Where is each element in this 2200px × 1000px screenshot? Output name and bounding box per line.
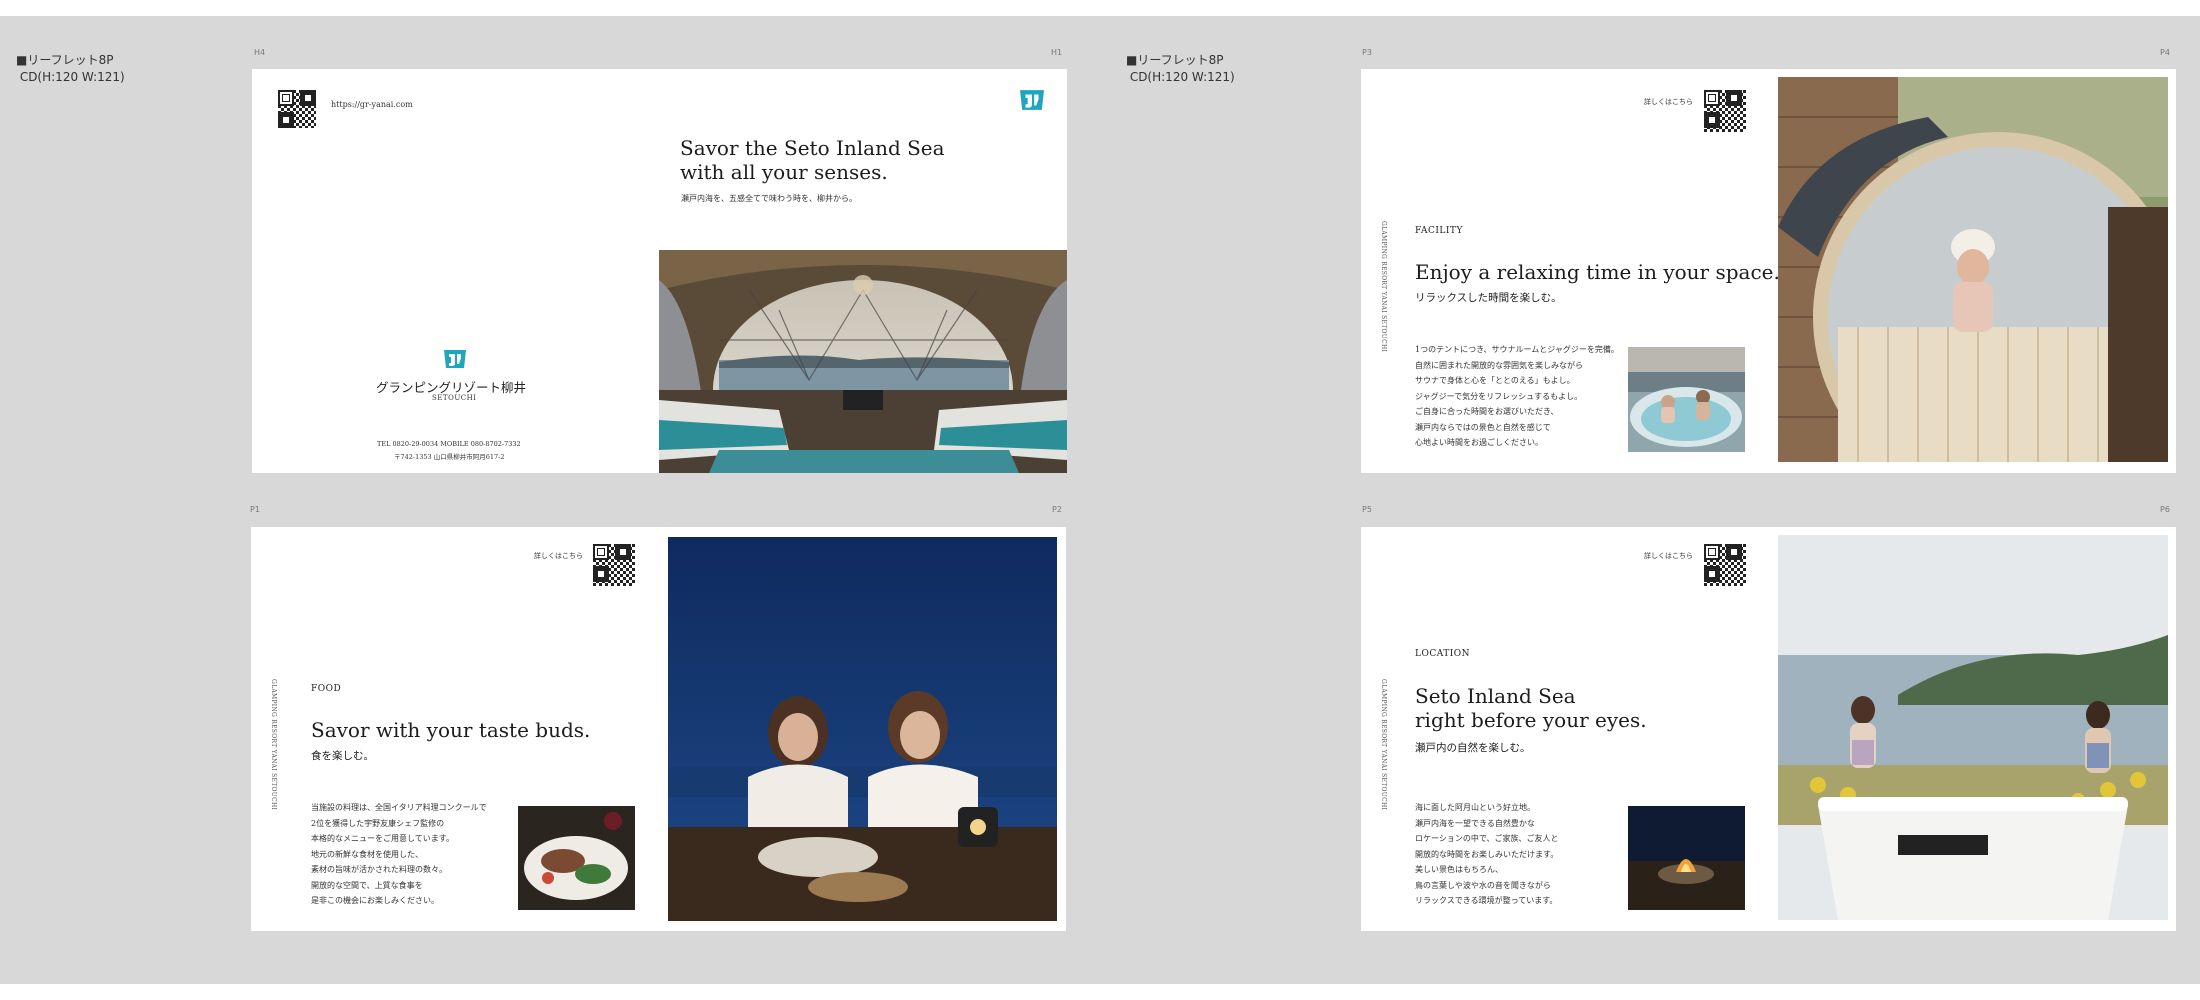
section-label: FOOD [311, 684, 342, 694]
vertical-brand-text: GLAMPING RESORT YANAI SETOUCHI [1380, 221, 1387, 353]
artboard-background: ■リーフレット8P CD(H:120 W:121) ■リーフレット8P CD(H… [0, 16, 2200, 984]
body-line: サウナで身体と心を「ととのえる」もよし。 [1415, 376, 1575, 385]
contact-address: 〒742-1353 山口県柳井市阿月617-2 [394, 453, 505, 461]
section-heading: Enjoy a relaxing time in your space. [1415, 260, 1780, 284]
cover-photo-dome-tent [659, 250, 1067, 473]
section-heading-jp: 瀬戸内の自然を楽しむ。 [1415, 742, 1531, 754]
page-number: P5 [1362, 505, 1372, 514]
body-line: 心地よい時間をお過ごしください。 [1415, 438, 1543, 447]
photo-dinner [668, 537, 1057, 921]
body-line: 開放的な時間をお楽しみいただけます。 [1415, 849, 1559, 859]
thumbnail-campfire [1628, 806, 1745, 910]
body-line: 瀬戸内海を一望できる自然豊かな [1415, 818, 1535, 828]
body-line: 1つのテントにつき、サウナルームとジャグジーを完備。 [1415, 345, 1619, 354]
qr-code-icon[interactable] [593, 544, 635, 586]
brand-logo-icon [1020, 90, 1044, 110]
body-line: ご自身に合った時間をお選びいただき、 [1415, 407, 1559, 416]
body-line: 海に面した阿月山という好立地。 [1415, 803, 1535, 812]
thumbnail-dish [518, 806, 635, 910]
vertical-brand-text: GLAMPING RESORT YANAI SETOUCHI [270, 679, 277, 811]
qr-label: 詳しくはこちら [1644, 98, 1693, 106]
body-line: ジャグジーで気分をリフレッシュするもよし。 [1415, 391, 1583, 401]
body-line: リラックスできる環境が整っています。 [1415, 896, 1558, 905]
section-heading-jp: リラックスした時間を楽しむ。 [1415, 292, 1562, 304]
section-body: 海に面した阿月山という好立地。 瀬戸内海を一望できる自然豊かな ロケーションの中… [1415, 800, 1559, 909]
spec-label-left: ■リーフレット8P CD(H:120 W:121) [16, 53, 125, 84]
page-number: P6 [2160, 505, 2170, 514]
qr-label: 詳しくはこちら [1644, 552, 1693, 560]
qr-label: 詳しくはこちら [534, 552, 583, 560]
body-line: 鳥の言葉しや波や水の音を聞きながら [1415, 880, 1551, 890]
page-number: P2 [1052, 505, 1062, 514]
body-line: 素材の旨味が活かされた料理の数々。 [311, 865, 447, 874]
body-line: ロケーションの中で、ご家族、ご友人と [1415, 834, 1559, 843]
spread-location: 詳しくはこちら GLAMPING RESORT YANAI SETOUCHI L… [1361, 527, 2176, 931]
page-number: P3 [1362, 48, 1372, 57]
section-heading-jp: 食を楽しむ。 [311, 750, 374, 762]
section-body: 1つのテントにつき、サウナルームとジャグジーを完備。 自然に囲まれた開放的な雰囲… [1415, 342, 1619, 451]
qr-code-icon[interactable] [1704, 90, 1746, 132]
page-number: P4 [2160, 48, 2170, 57]
section-heading-line1: Seto Inland Sea [1415, 684, 1576, 708]
cover-subtitle: 瀬戸内海を、五感全てで味わう時を、柳井から。 [681, 194, 857, 203]
spread-cover: https://gr-yanai.com グランピングリゾート柳井 SETOUC… [252, 69, 1067, 473]
page-number: H4 [254, 48, 266, 57]
section-label: LOCATION [1415, 649, 1471, 659]
website-url[interactable]: https://gr-yanai.com [331, 100, 413, 109]
section-heading: Savor with your taste buds. [311, 718, 591, 742]
photo-sea-view-bath [1778, 535, 2168, 920]
page-number: P1 [250, 505, 260, 514]
qr-code-icon[interactable] [278, 90, 316, 128]
cover-title-line2: with all your senses. [680, 160, 888, 184]
section-heading-line2: right before your eyes. [1415, 708, 1647, 732]
body-line: 地元の新鮮な食材を使用した、 [311, 849, 423, 859]
spread-facility: 詳しくはこちら GLAMPING RESORT YANAI SETOUCHI F… [1361, 69, 2176, 473]
body-line: 瀬戸内ならではの景色と自然を感じて [1415, 422, 1551, 432]
body-line: 当施設の料理は、全国イタリア料理コンクールで [311, 803, 487, 812]
section-label: FACILITY [1415, 226, 1463, 236]
spec-label-right: ■リーフレット8P CD(H:120 W:121) [1126, 53, 1235, 84]
body-line: 自然に囲まれた開放的な雰囲気を楽しみながら [1415, 360, 1583, 370]
spread-food: 詳しくはこちら GLAMPING RESORT YANAI SETOUCHI F… [251, 527, 1066, 931]
body-line: 開放的な空間で、上質な食事を [311, 880, 423, 890]
section-body: 当施設の料理は、全国イタリア料理コンクールで 2位を獲得した宇野友康シェフ監修の… [311, 800, 487, 909]
body-line: 2位を獲得した宇野友康シェフ監修の [311, 818, 445, 828]
vertical-brand-text: GLAMPING RESORT YANAI SETOUCHI [1380, 679, 1387, 811]
page-number: H1 [1051, 48, 1063, 57]
body-line: 是非この機会にお楽しみください。 [311, 896, 439, 905]
contact-phone: TEL 0820-29-0034 MOBILE 080-8702-7332 [377, 440, 521, 448]
body-line: 本格的なメニューをご用意しています。 [311, 834, 454, 843]
body-line: 美しい景色はもちろん、 [1415, 865, 1503, 874]
brand-subtitle: SETOUCHI [432, 394, 477, 402]
cover-title-line1: Savor the Seto Inland Sea [680, 136, 945, 160]
brand-logo-icon [444, 350, 466, 368]
thumbnail-jacuzzi [1628, 347, 1745, 452]
photo-barrel-sauna [1778, 77, 2168, 462]
qr-code-icon[interactable] [1704, 544, 1746, 586]
